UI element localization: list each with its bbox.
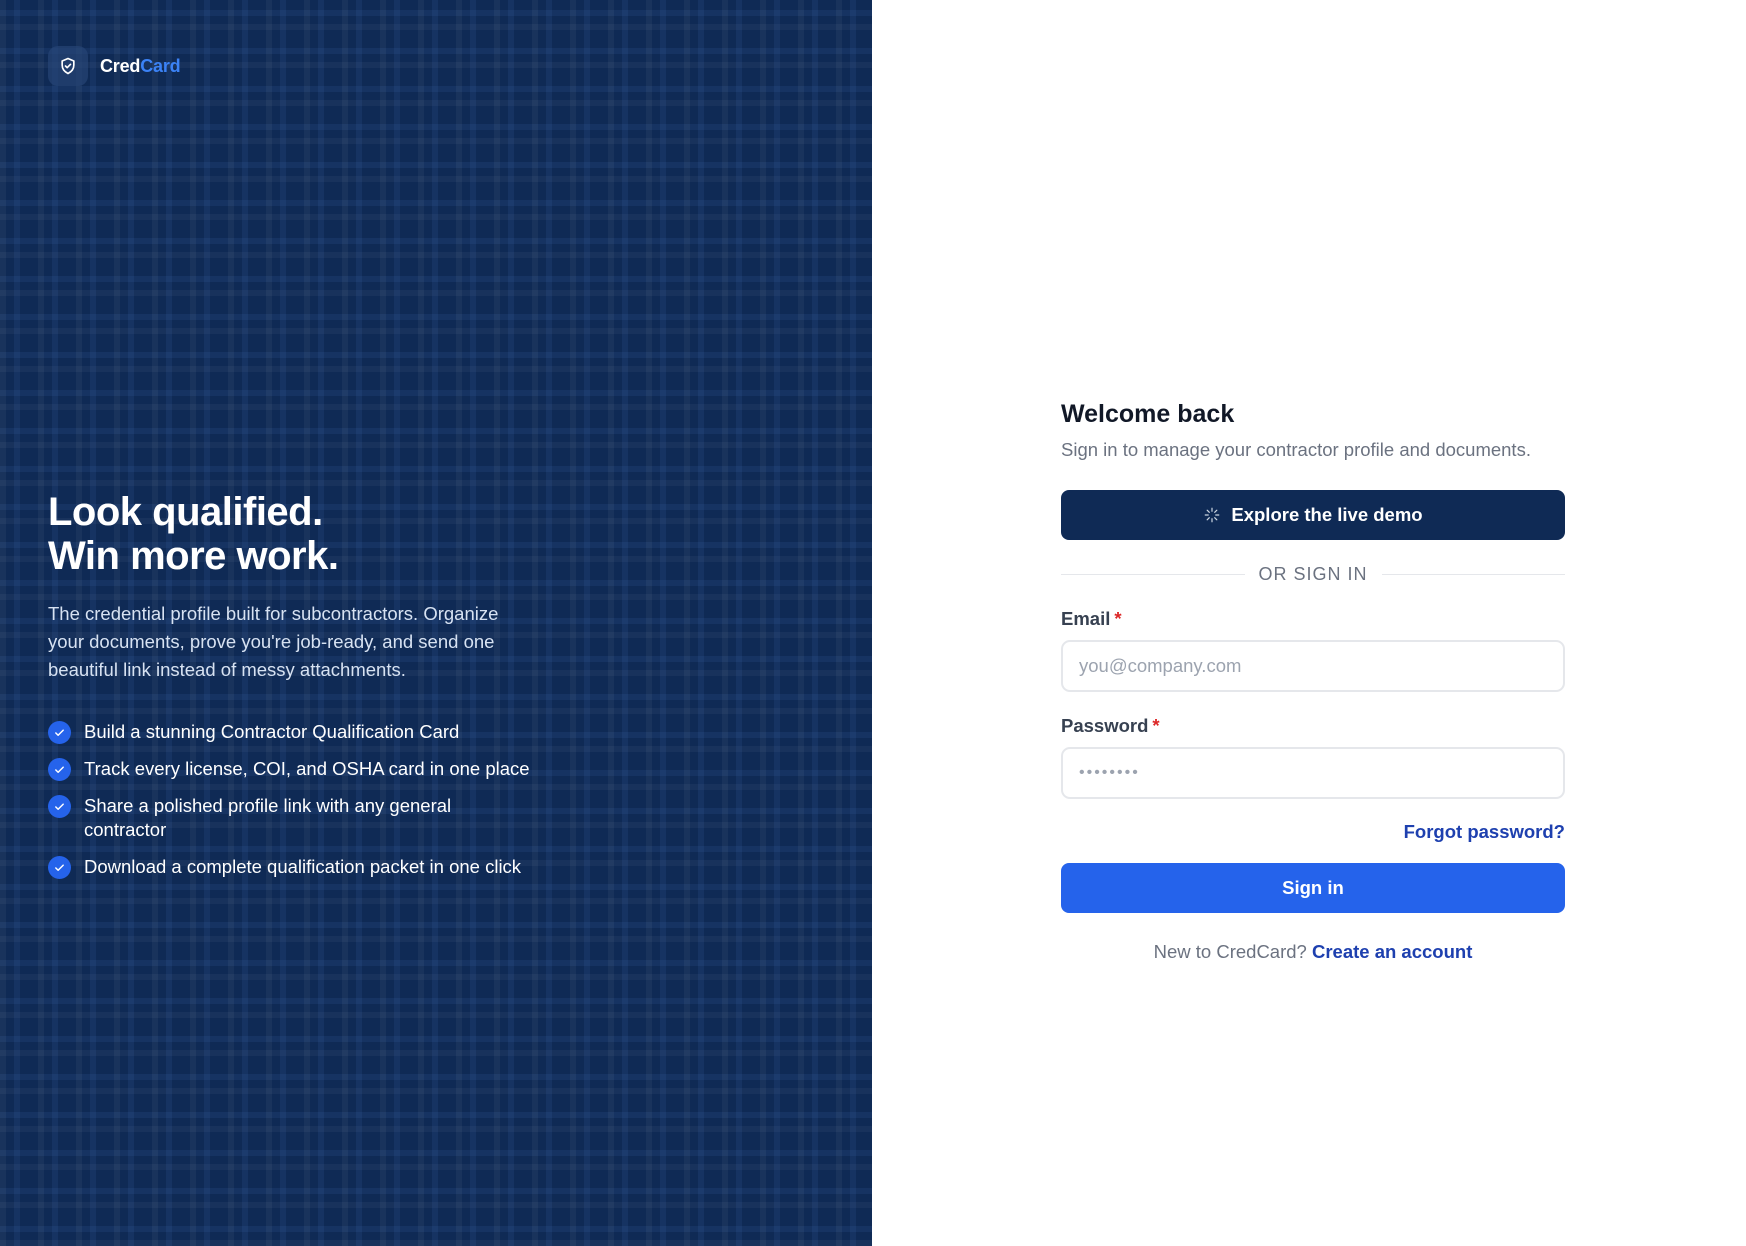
- email-label: Email *: [1061, 607, 1565, 631]
- sparkle-icon: [1203, 506, 1221, 524]
- hero-content: Look qualified. Win more work. The crede…: [48, 490, 568, 892]
- brand-name-part1: Cred: [100, 55, 141, 76]
- divider: OR SIGN IN: [1061, 564, 1566, 585]
- signup-prompt-text: New to CredCard?: [1153, 941, 1307, 962]
- divider-line: [1381, 574, 1566, 575]
- email-placeholder: you@company.com: [1079, 655, 1242, 676]
- explore-demo-button[interactable]: Explore the live demo: [1061, 490, 1565, 540]
- feature-item: Track every license, COI, and OSHA card …: [48, 757, 568, 781]
- password-label-text: Password: [1061, 715, 1149, 736]
- feature-text: Track every license, COI, and OSHA card …: [84, 758, 530, 779]
- signin-form: Welcome back Sign in to manage your cont…: [1061, 398, 1566, 963]
- divider-text: OR SIGN IN: [1258, 564, 1368, 584]
- feature-list: Build a stunning Contractor Qualificatio…: [48, 720, 568, 879]
- divider-line: [1061, 574, 1245, 575]
- hero-title-line1: Look qualified.: [48, 490, 323, 534]
- email-label-text: Email: [1061, 608, 1111, 629]
- explore-demo-label: Explore the live demo: [1231, 504, 1423, 525]
- feature-text: Share a polished profile link with any g…: [84, 795, 452, 840]
- password-label: Password *: [1061, 714, 1565, 738]
- feature-text: Build a stunning Contractor Qualificatio…: [84, 721, 460, 742]
- feature-item: Share a polished profile link with any g…: [48, 794, 568, 842]
- sign-in-button[interactable]: Sign in: [1061, 863, 1565, 913]
- password-field[interactable]: ••••••••: [1061, 747, 1565, 799]
- forgot-row: Forgot password?: [1061, 821, 1565, 843]
- hero-panel: CredCard Look qualified. Win more work. …: [0, 0, 872, 1246]
- create-account-link[interactable]: Create an account: [1312, 941, 1472, 962]
- hero-title: Look qualified. Win more work.: [48, 490, 568, 578]
- hero-description: The credential profile built for subcont…: [48, 603, 499, 680]
- check-icon: [48, 758, 71, 781]
- required-mark: *: [1152, 715, 1160, 736]
- brand-name-part2: Card: [140, 55, 181, 76]
- brand-logo[interactable]: CredCard: [48, 46, 181, 86]
- password-value: ••••••••: [1079, 764, 1140, 781]
- signup-prompt: New to CredCard? Create an account: [1061, 941, 1565, 963]
- feature-item: Build a stunning Contractor Qualificatio…: [48, 720, 568, 744]
- page-subtitle: Sign in to manage your contractor profil…: [1061, 439, 1531, 460]
- feature-text: Download a complete qualification packet…: [84, 856, 522, 877]
- email-field[interactable]: you@company.com: [1061, 640, 1565, 692]
- check-icon: [48, 795, 71, 818]
- forgot-password-link[interactable]: Forgot password?: [1404, 821, 1565, 842]
- shield-check-icon: [48, 46, 88, 86]
- required-mark: *: [1114, 608, 1122, 629]
- page-title: Welcome back: [1061, 400, 1235, 428]
- check-icon: [48, 721, 71, 744]
- check-icon: [48, 856, 71, 879]
- brand-name: CredCard: [100, 55, 181, 77]
- hero-title-line2: Win more work.: [48, 534, 339, 578]
- feature-item: Download a complete qualification packet…: [48, 855, 568, 879]
